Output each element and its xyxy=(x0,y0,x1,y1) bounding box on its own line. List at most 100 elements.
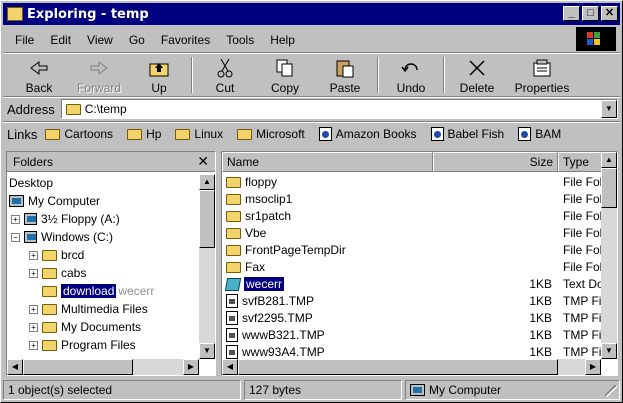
tree-item-program-files[interactable]: + Program Files xyxy=(29,336,136,354)
expand-plus-icon[interactable]: + xyxy=(11,214,20,224)
cut-button[interactable]: Cut xyxy=(195,55,255,95)
undo-button[interactable]: Undo xyxy=(381,55,441,95)
expand-plus-icon[interactable]: + xyxy=(29,250,38,260)
scroll-left-button[interactable]: ◀ xyxy=(7,359,23,375)
tree-item-windows-c[interactable]: − Windows (C:) xyxy=(11,228,113,246)
expand-plus-icon[interactable]: + xyxy=(29,340,38,350)
menu-go[interactable]: Go xyxy=(121,33,153,47)
forward-button[interactable]: Forward xyxy=(69,55,129,95)
file-row-vbe[interactable]: Vbe File Folder xyxy=(222,225,603,242)
link-label: Hp xyxy=(146,127,162,141)
file-name: wwwB321.TMP xyxy=(242,328,325,342)
links-label: Links xyxy=(7,126,38,142)
scroll-up-button[interactable]: ▲ xyxy=(199,174,215,190)
link-bam[interactable]: BAM xyxy=(518,127,561,141)
file-row-sr1patch[interactable]: sr1patch File Folder xyxy=(222,208,603,225)
file-row-wwwb321[interactable]: wwwB321.TMP 1KB TMP File xyxy=(222,327,603,344)
menu-view[interactable]: View xyxy=(79,33,121,47)
link-babel-fish[interactable]: Babel Fish xyxy=(430,127,504,141)
scroll-thumb[interactable] xyxy=(238,359,558,375)
menu-help[interactable]: Help xyxy=(262,33,303,47)
folders-pane-header: Folders ✕ xyxy=(7,152,215,172)
tree-label: brcd xyxy=(61,248,85,262)
file-row-floppy[interactable]: floppy File Folder xyxy=(222,174,603,191)
file-row-frontpagetempdir[interactable]: FrontPageTempDir File Folder xyxy=(222,242,603,259)
folder-icon xyxy=(65,103,81,115)
collapse-minus-icon[interactable]: − xyxy=(11,232,20,242)
files-horizontal-scrollbar[interactable]: ◀ ▶ xyxy=(222,359,601,375)
link-label: Linux xyxy=(194,127,224,141)
scroll-thumb[interactable] xyxy=(601,168,617,208)
file-row-svfb281[interactable]: svfB281.TMP 1KB TMP File xyxy=(222,293,603,310)
menu-favorites[interactable]: Favorites xyxy=(153,33,218,47)
maximize-button[interactable]: □ xyxy=(582,6,599,21)
scroll-thumb[interactable] xyxy=(23,359,133,375)
properties-icon xyxy=(531,57,553,79)
tree-label: Program Files xyxy=(61,338,136,352)
tree-item-download[interactable]: download wecerr xyxy=(42,282,154,300)
copy-button[interactable]: Copy xyxy=(255,55,315,95)
up-button[interactable]: Up xyxy=(129,55,189,95)
minimize-button[interactable]: _ xyxy=(563,6,580,21)
link-cartoons[interactable]: Cartoons xyxy=(45,127,113,141)
back-button[interactable]: Back xyxy=(9,55,69,95)
column-header-size[interactable]: Size xyxy=(433,152,558,172)
link-microsoft[interactable]: Microsoft xyxy=(237,127,305,141)
link-amazon-books[interactable]: Amazon Books xyxy=(318,127,417,141)
menu-edit[interactable]: Edit xyxy=(42,33,79,47)
link-linux[interactable]: Linux xyxy=(175,127,223,141)
menu-tools[interactable]: Tools xyxy=(218,33,262,47)
expand-plus-icon[interactable]: + xyxy=(29,322,38,332)
title-bar[interactable]: Exploring - temp _ □ ✕ xyxy=(3,3,620,25)
close-pane-button[interactable]: ✕ xyxy=(197,153,209,170)
menu-file[interactable]: File xyxy=(7,33,42,47)
column-header-name[interactable]: Name xyxy=(222,152,433,172)
folders-horizontal-scrollbar[interactable]: ◀ ▶ xyxy=(7,359,199,375)
folder-icon xyxy=(127,128,143,140)
close-button[interactable]: ✕ xyxy=(601,6,618,21)
undo-label: Undo xyxy=(396,81,426,95)
address-input[interactable]: C:\temp ▼ xyxy=(60,99,618,119)
files-vertical-scrollbar[interactable]: ▲ ▼ xyxy=(601,152,617,359)
tree-item-cabs[interactable]: + cabs xyxy=(29,264,86,282)
delete-button[interactable]: Delete xyxy=(447,55,507,95)
forward-arrow-icon xyxy=(88,57,110,79)
tree-item-my-computer[interactable]: My Computer xyxy=(9,192,100,210)
file-name: Fax xyxy=(245,260,266,274)
tree-item-my-documents[interactable]: + My Documents xyxy=(29,318,141,336)
scroll-down-button[interactable]: ▼ xyxy=(601,343,617,359)
scroll-left-button[interactable]: ◀ xyxy=(222,359,238,375)
folders-vertical-scrollbar[interactable]: ▲ ▼ xyxy=(199,174,215,359)
scroll-down-button[interactable]: ▼ xyxy=(199,343,215,359)
link-hp[interactable]: Hp xyxy=(127,127,161,141)
file-row-fax[interactable]: Fax File Folder xyxy=(222,259,603,276)
expand-plus-icon[interactable]: + xyxy=(29,304,38,314)
resize-grip[interactable] xyxy=(605,385,617,397)
tree-item-floppy[interactable]: + 3½ Floppy (A:) xyxy=(11,210,120,228)
tree-item-desktop[interactable]: Desktop xyxy=(9,174,53,192)
paste-button[interactable]: Paste xyxy=(315,55,375,95)
web-page-icon xyxy=(318,127,332,141)
column-header-type[interactable]: Type xyxy=(558,152,603,172)
file-row-wecerr[interactable]: wecerr 1KB Text Document xyxy=(222,276,603,293)
file-icon xyxy=(226,328,238,342)
scroll-right-button[interactable]: ▶ xyxy=(585,359,601,375)
tree-item-brcd[interactable]: + brcd xyxy=(29,246,84,264)
scroll-up-button[interactable]: ▲ xyxy=(601,152,617,168)
file-row-svf2295[interactable]: svf2295.TMP 1KB TMP File xyxy=(222,310,603,327)
file-row-www93a4[interactable]: www93A4.TMP 1KB TMP File xyxy=(222,344,603,360)
toolbar-separator xyxy=(191,57,193,93)
tree-label: My Documents xyxy=(61,320,142,334)
file-row-msoclip1[interactable]: msoclip1 File Folder xyxy=(222,191,603,208)
expand-plus-icon[interactable]: + xyxy=(29,268,38,278)
scroll-thumb[interactable] xyxy=(199,190,215,248)
properties-button[interactable]: Properties xyxy=(507,55,577,95)
file-name: wecerr xyxy=(242,276,286,292)
scroll-right-button[interactable]: ▶ xyxy=(183,359,199,375)
toolbar-divider xyxy=(3,52,620,54)
folder-icon xyxy=(226,227,241,239)
address-dropdown-button[interactable]: ▼ xyxy=(601,100,617,118)
folder-icon xyxy=(42,303,57,315)
properties-label: Properties xyxy=(514,81,570,95)
tree-item-multimedia-files[interactable]: + Multimedia Files xyxy=(29,300,148,318)
